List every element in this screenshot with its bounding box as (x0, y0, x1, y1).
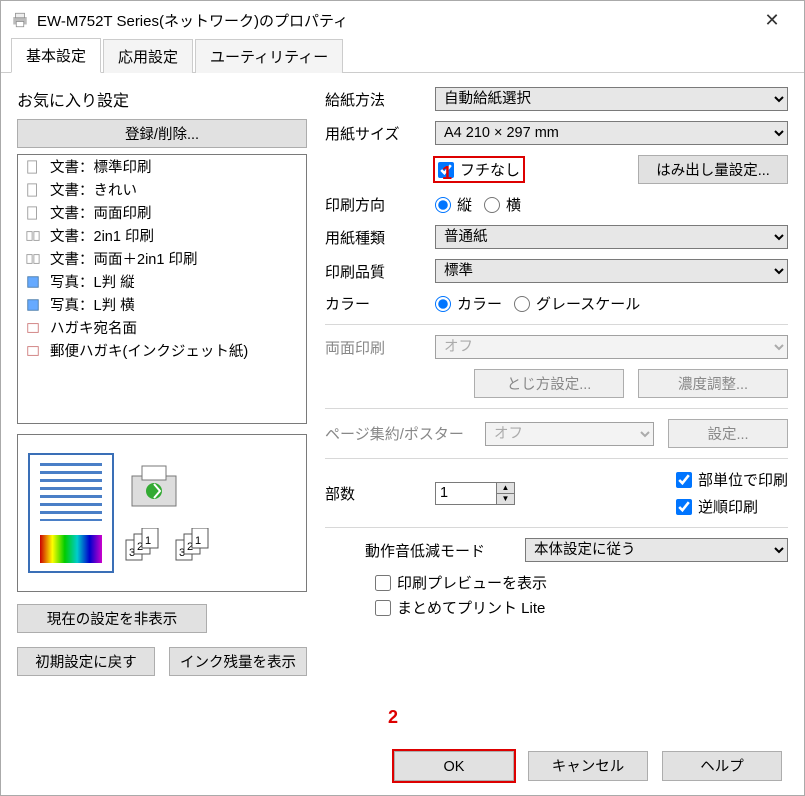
binding-button: とじ方設定... (474, 369, 624, 398)
quality-select[interactable]: 標準 (435, 259, 788, 283)
paper-size-select[interactable]: A4 210 × 297 mm (435, 121, 788, 145)
doc-icon (24, 206, 42, 220)
svg-text:1: 1 (195, 535, 201, 547)
duplex-label: 両面印刷 (325, 337, 435, 358)
titlebar: EW-M752T Series(ネットワーク)のプロパティ ✕ (1, 1, 804, 39)
paper-size-label: 用紙サイズ (325, 123, 435, 144)
media-type-select[interactable]: 普通紙 (435, 225, 788, 249)
tab-advanced[interactable]: 応用設定 (103, 39, 193, 73)
nup-icon (24, 229, 42, 243)
color-color-radio[interactable]: カラー (435, 293, 502, 314)
list-item[interactable]: 文書：標準印刷 (18, 155, 306, 178)
color-gray-radio[interactable]: グレースケール (514, 293, 640, 314)
list-item[interactable]: 写真：L判 縦 (18, 270, 306, 293)
nup-select: オフ (485, 422, 654, 446)
photo-icon (24, 275, 42, 289)
batch-print-checkbox[interactable]: まとめてプリント Lite (375, 597, 545, 618)
preset-list[interactable]: 文書：標準印刷 文書：きれい 文書：両面印刷 文書：2in1 印刷 文書：両面＋… (17, 154, 307, 424)
chevron-up-icon[interactable]: ▲ (496, 483, 514, 493)
doc-icon (24, 183, 42, 197)
postcard-icon (24, 321, 42, 335)
help-button[interactable]: ヘルプ (662, 751, 782, 781)
color-label: カラー (325, 293, 435, 314)
nup-settings-button: 設定... (668, 419, 788, 448)
window-title: EW-M752T Series(ネットワーク)のプロパティ (37, 10, 750, 31)
copies-label: 部数 (325, 483, 435, 504)
copies-input[interactable] (436, 483, 496, 504)
svg-text:1: 1 (145, 535, 151, 547)
list-item[interactable]: 文書：両面印刷 (18, 201, 306, 224)
nup-icon (24, 252, 42, 266)
list-item[interactable]: ハガキ宛名面 (18, 316, 306, 339)
paper-source-select[interactable]: 自動給紙選択 (435, 87, 788, 111)
close-button[interactable]: ✕ (750, 1, 794, 39)
register-delete-button[interactable]: 登録/削除... (17, 119, 307, 148)
orientation-landscape-radio[interactable]: 横 (484, 194, 521, 215)
quality-label: 印刷品質 (325, 261, 435, 282)
quiet-mode-label: 動作音低減モード (325, 540, 525, 561)
collate-icon: 321 (174, 528, 214, 562)
tabstrip: 基本設定 応用設定 ユーティリティー (1, 39, 804, 73)
tab-utility[interactable]: ユーティリティー (195, 39, 343, 73)
copies-stepper[interactable]: ▲▼ (435, 482, 515, 505)
media-type-label: 用紙種類 (325, 227, 435, 248)
chevron-down-icon[interactable]: ▼ (496, 493, 514, 504)
orientation-portrait-radio[interactable]: 縦 (435, 194, 472, 215)
reverse-checkbox[interactable]: 逆順印刷 (676, 496, 788, 517)
printer-preview-icon (124, 464, 184, 518)
bleed-settings-button[interactable]: はみ出し量設定... (638, 155, 788, 184)
postcard-icon (24, 344, 42, 358)
ink-levels-button[interactable]: インク残量を表示 (169, 647, 307, 676)
annotation-marker-1: 1 (442, 163, 452, 184)
list-item[interactable]: 郵便ハガキ(インクジェット紙) (18, 339, 306, 362)
duplex-select: オフ (435, 335, 788, 359)
printer-icon (11, 11, 29, 29)
quiet-mode-select[interactable]: 本体設定に従う (525, 538, 788, 562)
photo-icon (24, 298, 42, 312)
print-preview-checkbox[interactable]: 印刷プレビューを表示 (375, 572, 547, 593)
preview-document-icon (28, 453, 114, 573)
preview-box: 321 321 (17, 434, 307, 592)
list-item[interactable]: 文書：両面＋2in1 印刷 (18, 247, 306, 270)
doc-icon (24, 160, 42, 174)
ok-button[interactable]: OK (394, 751, 514, 781)
presets-title: お気に入り設定 (17, 87, 307, 111)
list-item[interactable]: 文書：きれい (18, 178, 306, 201)
restore-defaults-button[interactable]: 初期設定に戻す (17, 647, 155, 676)
list-item[interactable]: 文書：2in1 印刷 (18, 224, 306, 247)
list-item[interactable]: 写真：L判 横 (18, 293, 306, 316)
density-button: 濃度調整... (638, 369, 788, 398)
cancel-button[interactable]: キャンセル (528, 751, 648, 781)
collate-icon: 321 (124, 528, 164, 562)
paper-source-label: 給紙方法 (325, 89, 435, 110)
nup-label: ページ集約/ポスター (325, 423, 485, 444)
annotation-marker-2: 2 (388, 707, 398, 728)
tab-basic[interactable]: 基本設定 (11, 38, 101, 73)
hide-current-button[interactable]: 現在の設定を非表示 (17, 604, 207, 633)
orientation-label: 印刷方向 (325, 194, 435, 215)
collate-checkbox[interactable]: 部単位で印刷 (676, 469, 788, 490)
